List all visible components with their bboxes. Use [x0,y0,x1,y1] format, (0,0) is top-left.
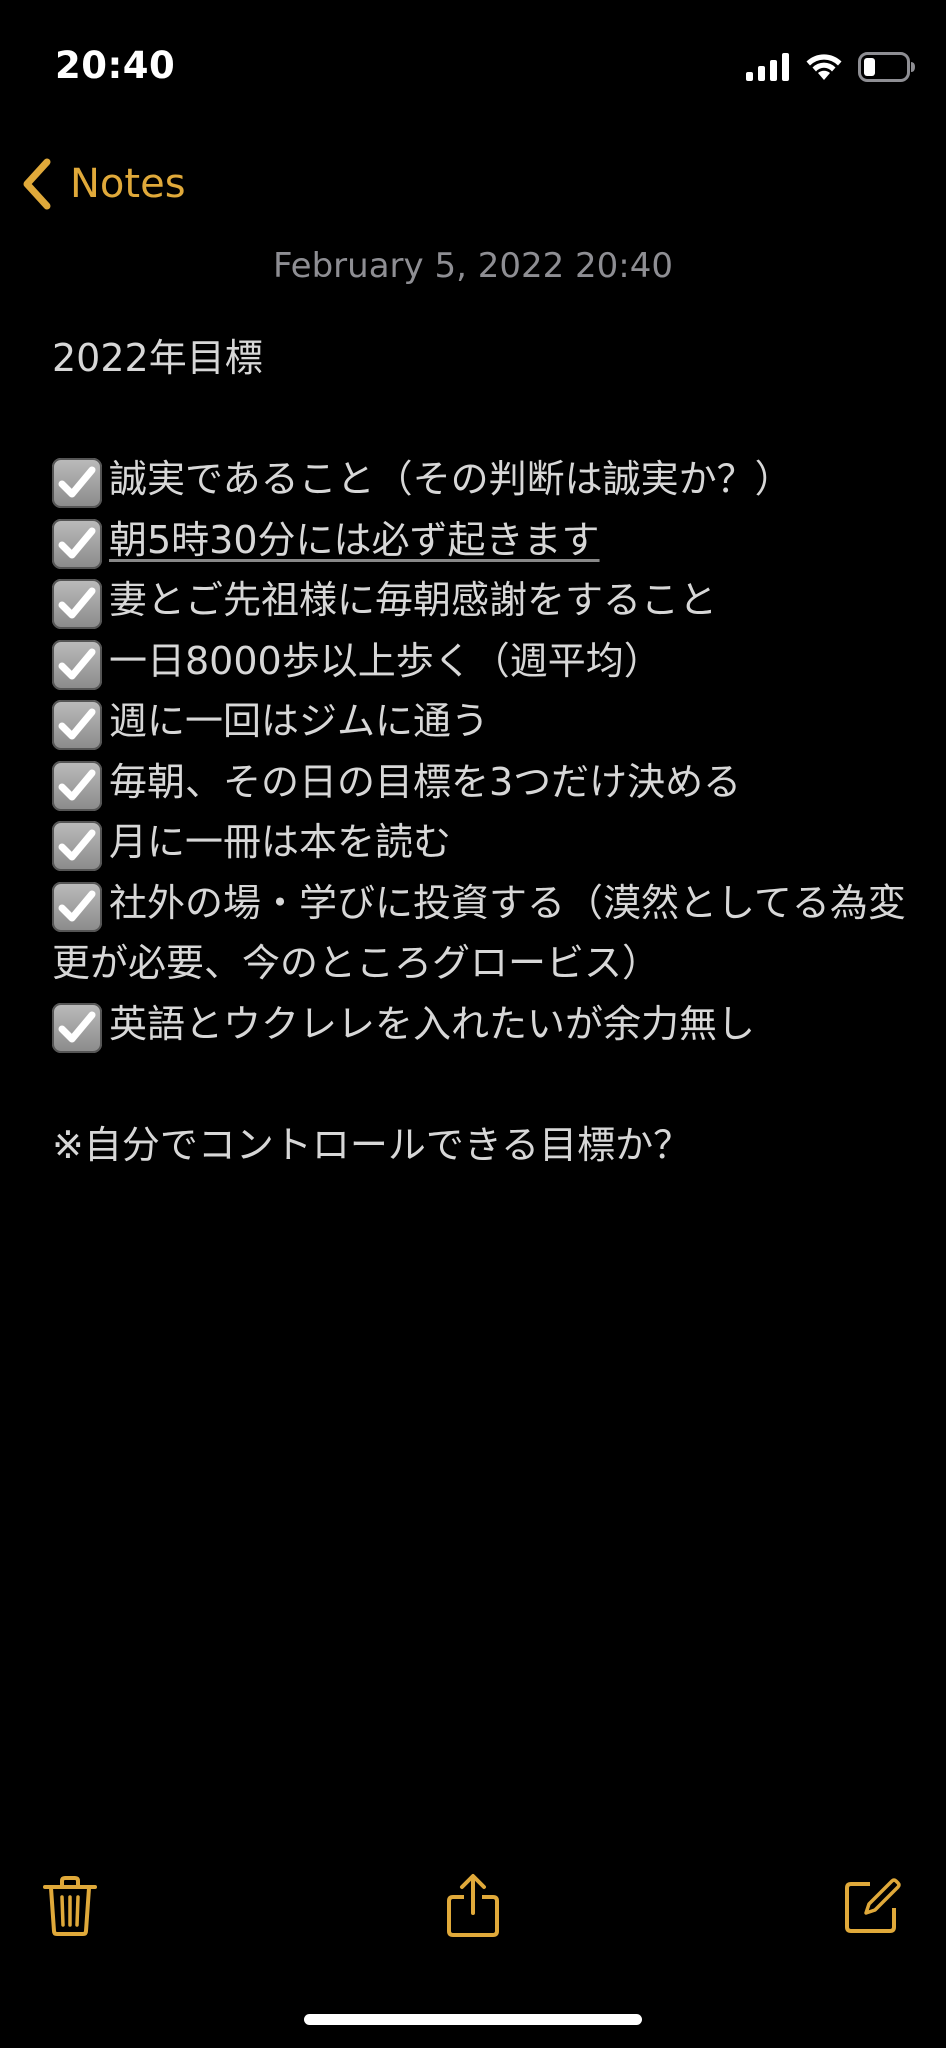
checked-checkbox-icon[interactable] [52,1002,102,1053]
checked-checkbox-icon[interactable] [52,458,102,508]
note-footnote: ※自分でコントロールできる目標か？ [52,1122,692,1167]
checked-checkbox-icon[interactable] [52,881,102,932]
checklist-item: 誠実であること（その判断は誠実か？） [52,449,906,510]
back-button[interactable]: Notes [20,154,186,214]
note-title: 2022年目標 [52,336,263,380]
chevron-left-icon [23,158,51,210]
wifi-icon [804,52,844,86]
checklist-item-text: 誠実であること（その判断は誠実か？） [109,457,793,501]
checklist-item-text: 英語とウクレレを入れたいが余力無し [109,1001,756,1046]
compose-icon [845,1878,901,1933]
bottom-toolbar [0,1870,946,1950]
checklist-item-text: 毎朝、その日の目標を3つだけ決める [109,759,742,804]
trash-icon [43,1876,97,1936]
checked-checkbox-icon[interactable] [52,579,102,629]
status-icons [746,52,916,86]
checklist-item-text: 週に一回はジムに通う [109,699,490,743]
checklist-item: 社外の場・学びに投資する（漠然としてる為変更が必要、今のところグロービス） [52,873,906,994]
back-button-label: Notes [70,161,186,207]
compose-button[interactable] [840,1870,904,1942]
home-indicator[interactable] [304,2014,642,2025]
note-body[interactable]: 2022年目標 誠実であること（その判断は誠実か？） 朝5時30分には必ず起きま… [52,328,906,1175]
checked-checkbox-icon[interactable] [52,700,102,750]
share-icon [447,1874,499,1937]
checked-checkbox-icon[interactable] [52,821,102,871]
checklist-item-text: 一日8000歩以上歩く（週平均） [109,638,662,683]
checklist-item: 毎朝、その日の目標を3つだけ決める [52,752,906,813]
checklist-item: 朝5時30分には必ず起きます [52,510,906,571]
checklist-item: 妻とご先祖様に毎朝感謝をすること [52,570,906,631]
checked-checkbox-icon[interactable] [52,518,102,569]
checklist-item: 月に一冊は本を読む [52,812,906,873]
checklist-item-text: 社外の場・学びに投資する（漠然としてる為変更が必要、今のところグロービス） [52,880,906,986]
status-bar: 20:40 [0,0,946,120]
battery-icon [858,52,916,86]
checklist-item: 一日8000歩以上歩く（週平均） [52,631,906,692]
checklist-item-text: 妻とご先祖様に毎朝感謝をすること [109,578,718,622]
delete-button[interactable] [38,1870,102,1942]
cellular-signal-icon [746,53,790,85]
checklist-item-text: 月に一冊は本を読む [109,820,452,864]
share-button[interactable] [441,1870,505,1942]
checklist-item-text: 朝5時30分には必ず起きます [109,517,600,562]
checked-checkbox-icon[interactable] [52,639,102,690]
status-time: 20:40 [55,44,176,87]
note-date: February 5, 2022 20:40 [272,246,674,286]
checked-checkbox-icon[interactable] [52,760,102,811]
checklist-item: 英語とウクレレを入れたいが余力無し [52,994,906,1055]
navigation-bar: Notes [0,150,946,220]
checklist-item: 週に一回はジムに通う [52,691,906,752]
